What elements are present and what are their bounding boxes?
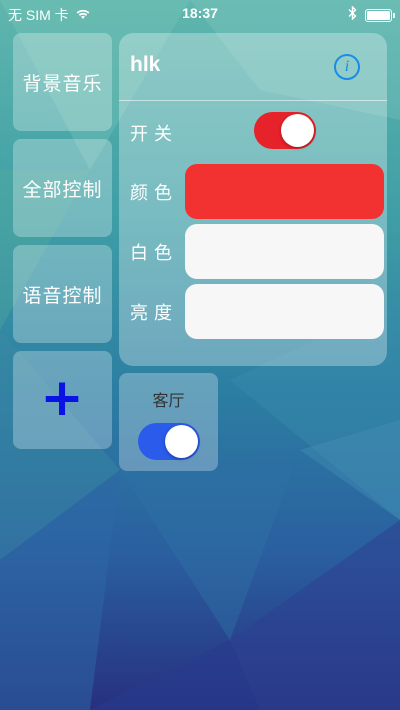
brightness-swatch[interactable]: [185, 284, 384, 339]
status-time: 18:37: [182, 5, 218, 21]
white-label: 白色: [130, 243, 178, 264]
device-panel: hlk i 开关 颜色 白色 亮度: [119, 33, 387, 366]
device-power-toggle[interactable]: [254, 112, 316, 149]
toggle-knob: [281, 114, 314, 147]
status-right: [348, 5, 395, 24]
status-bar: 无 SIM 卡 18:37: [0, 0, 400, 28]
background-music-tile[interactable]: 背景音乐: [13, 33, 112, 131]
brightness-label: 亮度: [130, 303, 178, 324]
all-control-label: 全部控制: [22, 178, 103, 201]
plus-icon: +: [40, 368, 85, 428]
all-control-tile[interactable]: 全部控制: [13, 139, 112, 237]
room-power-toggle[interactable]: [138, 423, 200, 460]
color-picker-swatch[interactable]: [185, 164, 384, 219]
color-label: 颜色: [130, 183, 178, 204]
room-label: 客厅: [152, 391, 185, 410]
device-title: hlk: [130, 53, 161, 76]
bluetooth-icon: [348, 5, 357, 24]
info-icon[interactable]: i: [334, 54, 360, 80]
panel-divider: [119, 100, 387, 101]
add-device-button[interactable]: +: [13, 351, 112, 449]
white-level-swatch[interactable]: [185, 224, 384, 279]
switch-label: 开关: [130, 124, 178, 145]
voice-control-label: 语音控制: [22, 284, 103, 307]
voice-control-tile[interactable]: 语音控制: [13, 245, 112, 343]
room-card[interactable]: 客厅: [119, 373, 218, 471]
background-music-label: 背景音乐: [22, 72, 103, 95]
battery-icon: [365, 8, 395, 22]
toggle-knob: [165, 425, 198, 458]
